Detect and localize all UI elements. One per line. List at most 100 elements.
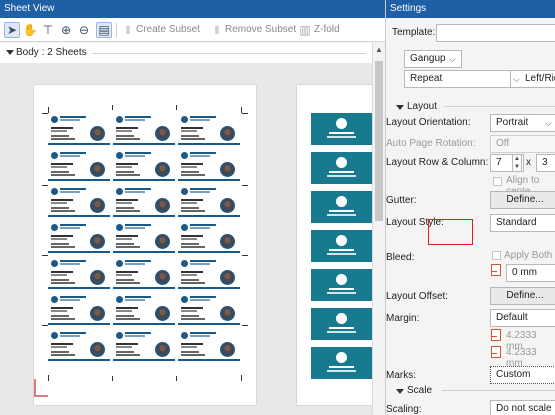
back-sheet[interactable]: [297, 85, 372, 405]
layout-collapse-icon[interactable]: [396, 105, 404, 110]
scrollbar-thumb[interactable]: [375, 61, 383, 221]
vertical-scrollbar[interactable]: ▲: [372, 43, 385, 415]
columns-input[interactable]: 3: [536, 154, 555, 172]
bleed-input[interactable]: 0 mm: [506, 264, 555, 282]
business-card-front[interactable]: [178, 259, 240, 289]
scaling-label: Scaling:: [386, 404, 422, 415]
scale-collapse-icon[interactable]: [396, 389, 404, 394]
brand-logo-icon: [51, 152, 58, 159]
card-text-line: [181, 354, 205, 356]
card-text-line: [190, 263, 210, 265]
crop-mark: [112, 105, 113, 110]
card-text-line: [51, 346, 67, 348]
card-text-line: [181, 307, 203, 309]
business-card-front[interactable]: [178, 223, 240, 253]
business-card-front[interactable]: [48, 115, 110, 145]
business-card-front[interactable]: [113, 259, 175, 289]
brand-logo-icon: [181, 332, 188, 339]
brand-logo-icon: [51, 116, 58, 123]
alignment-dropdown[interactable]: ⌵ Left/Rig: [510, 70, 555, 88]
business-card-front[interactable]: [178, 187, 240, 217]
card-text-line: [116, 346, 132, 348]
pointer-tool-icon[interactable]: ➤: [4, 22, 20, 38]
business-card-back[interactable]: [311, 230, 372, 262]
repeat-dropdown[interactable]: Repeat ⌵: [404, 70, 526, 88]
portrait-photo: [220, 270, 235, 285]
business-card-front[interactable]: [113, 295, 175, 325]
layout-style-dropdown[interactable]: Standard: [490, 214, 555, 232]
brand-logo-icon: [181, 224, 188, 231]
body-section-header[interactable]: Body : 2 Sheets: [0, 43, 372, 63]
card-text-line: [190, 152, 216, 154]
business-card-front[interactable]: [178, 295, 240, 325]
card-text-line: [60, 227, 80, 229]
crop-tool-icon[interactable]: ⊤: [40, 22, 56, 38]
business-card-front[interactable]: [178, 151, 240, 181]
business-card-front[interactable]: [113, 223, 175, 253]
business-card-front[interactable]: [48, 223, 110, 253]
row-column-label: Layout Row & Column:: [386, 157, 489, 168]
business-card-back[interactable]: [311, 269, 372, 301]
rows-spinner[interactable]: ▲ ▼: [512, 154, 522, 172]
portrait-photo: [155, 270, 170, 285]
card-text-line: [329, 327, 354, 329]
portrait-photo: [220, 306, 235, 321]
business-card-front[interactable]: [113, 115, 175, 145]
marks-label: Marks:: [386, 370, 416, 381]
apply-both-checkbox[interactable]: [492, 251, 501, 260]
business-card-front[interactable]: [48, 331, 110, 361]
front-sheet[interactable]: [34, 85, 256, 405]
zoom-out-icon[interactable]: ⊖: [76, 22, 92, 38]
zoom-in-icon[interactable]: ⊕: [58, 22, 74, 38]
business-card-back[interactable]: [311, 152, 372, 184]
scaling-dropdown[interactable]: Do not scale: [490, 400, 555, 415]
business-card-front[interactable]: [48, 151, 110, 181]
card-text-line: [48, 359, 110, 361]
business-card-front[interactable]: [48, 259, 110, 289]
card-text-line: [116, 243, 134, 245]
card-text-line: [51, 238, 67, 240]
card-text-line: [116, 202, 132, 204]
sheet-canvas[interactable]: [0, 63, 372, 415]
portrait-photo: [155, 162, 170, 177]
business-card-front[interactable]: [48, 295, 110, 325]
portrait-photo: [155, 126, 170, 141]
business-card-back[interactable]: [311, 113, 372, 145]
business-card-front[interactable]: [113, 151, 175, 181]
business-card-front[interactable]: [113, 187, 175, 217]
business-card-front[interactable]: [113, 331, 175, 361]
layout-offset-define-button[interactable]: Define...: [490, 287, 555, 305]
create-subset-button[interactable]: Create Subset: [136, 24, 200, 35]
remove-subset-button[interactable]: Remove Subset: [225, 24, 296, 35]
z-fold-button[interactable]: Z-fold: [314, 24, 340, 35]
gangup-dropdown[interactable]: Gangup ⌵: [404, 50, 462, 68]
business-card-back[interactable]: [311, 347, 372, 379]
card-text-line: [125, 332, 151, 334]
scroll-up-icon[interactable]: ▲: [375, 45, 383, 54]
align-center-checkbox[interactable]: [493, 177, 502, 186]
margin-dropdown[interactable]: Default: [490, 309, 555, 327]
card-text-line: [48, 251, 110, 253]
gutter-define-button[interactable]: Define...: [490, 191, 555, 209]
business-card-front[interactable]: [48, 187, 110, 217]
business-card-front[interactable]: [178, 115, 240, 145]
card-text-line: [178, 143, 240, 145]
brand-logo-icon: [116, 116, 123, 123]
hand-tool-icon[interactable]: ✋: [22, 22, 38, 38]
business-card-front[interactable]: [178, 331, 240, 361]
auto-rotation-dropdown[interactable]: Off: [490, 135, 555, 153]
layout-orientation-dropdown[interactable]: Portrait ⌵: [490, 114, 555, 132]
card-text-line: [181, 202, 197, 204]
template-field[interactable]: [436, 24, 555, 42]
card-text-line: [51, 274, 67, 276]
business-card-back[interactable]: [311, 308, 372, 340]
card-text-line: [116, 138, 140, 140]
collapse-triangle-icon[interactable]: [6, 50, 14, 55]
card-text-line: [60, 299, 80, 301]
business-card-back[interactable]: [311, 191, 372, 223]
page-view-icon[interactable]: ▤: [96, 22, 112, 38]
portrait-photo: [220, 162, 235, 177]
scale-section-title: Scale: [407, 385, 433, 396]
marks-dropdown[interactable]: Custom: [490, 366, 555, 384]
card-text-line: [181, 310, 197, 312]
